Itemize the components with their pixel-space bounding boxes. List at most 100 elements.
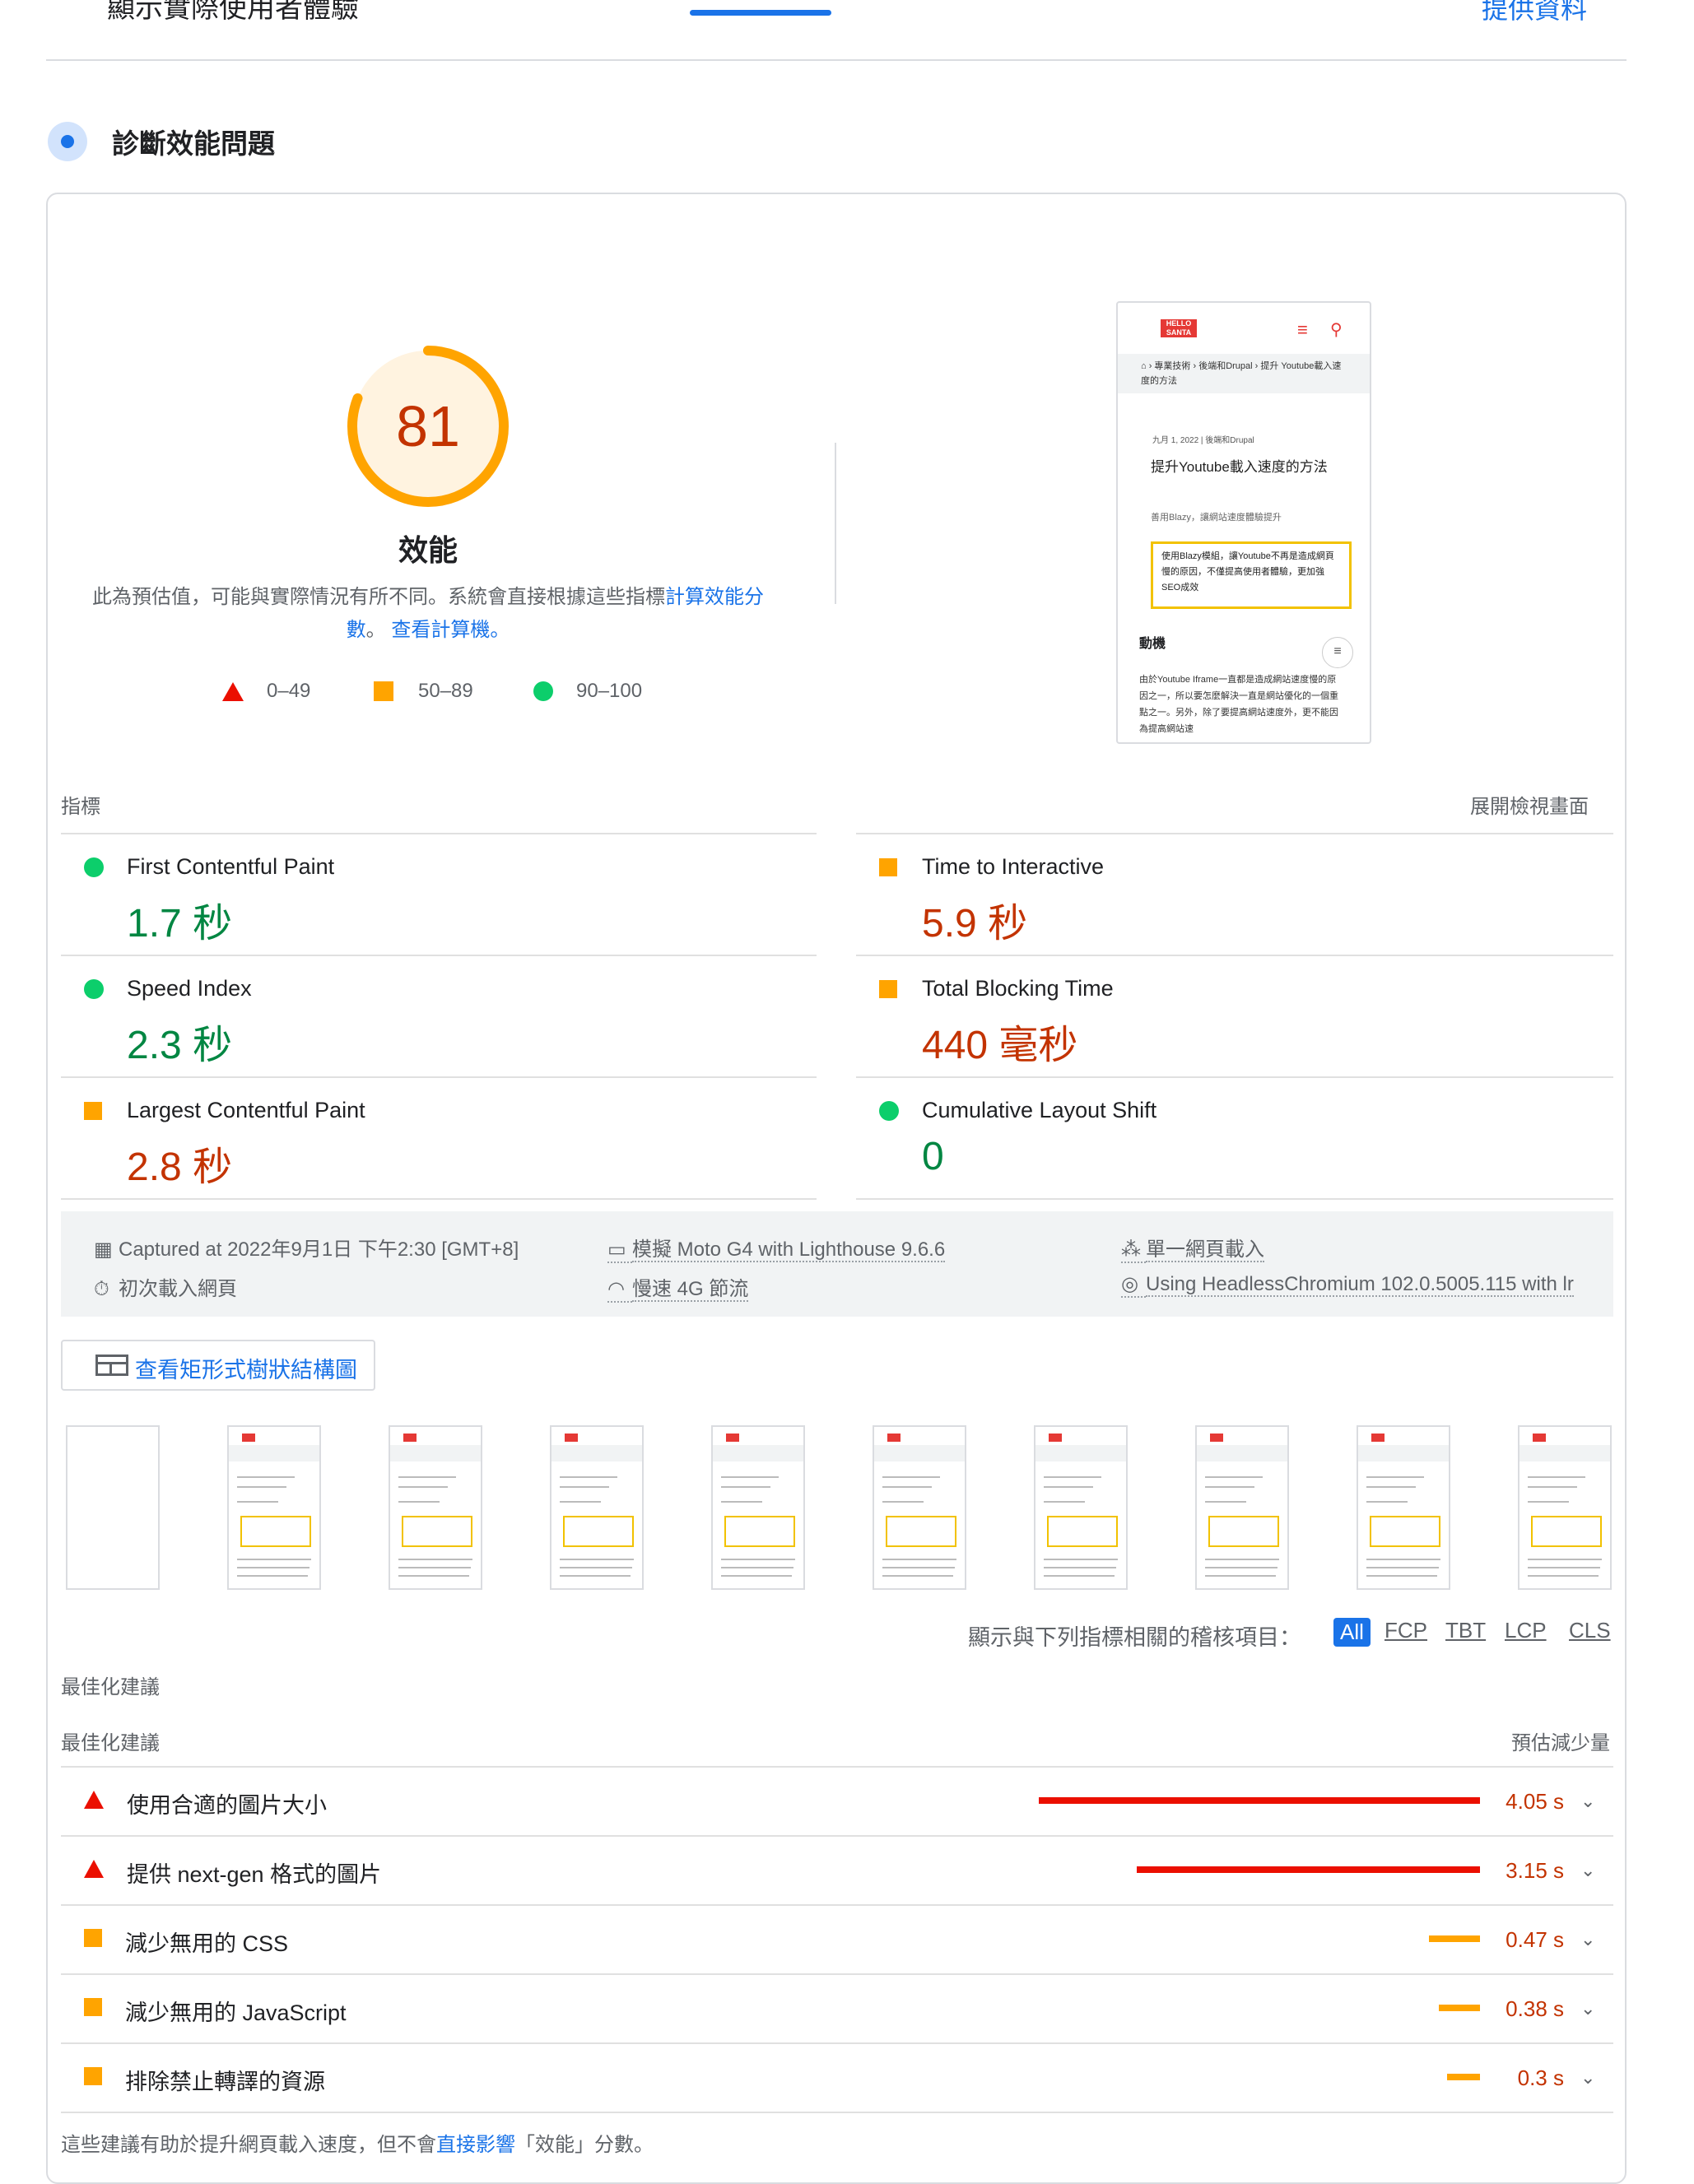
chevron-down-icon[interactable]: ⌄ (1580, 1791, 1595, 1812)
pass-circle-icon (84, 857, 104, 877)
filmstrip-frame (550, 1425, 644, 1590)
captured-at: ▦ Captured at 2022年9月1日 下午2:30 [GMT+8] (94, 1238, 519, 1261)
metric-tti-value: 5.9 秒 (922, 902, 1028, 946)
chevron-down-icon[interactable]: ⌄ (1580, 1929, 1595, 1950)
metric-divider (61, 1198, 817, 1200)
pass-circle-icon (533, 681, 553, 701)
savings-value: 0.38 s (1506, 1996, 1564, 2021)
opportunity-name[interactable]: 使用合適的圖片大小 (127, 1787, 327, 1819)
filter-label: 顯示與下列指標相關的稽核項目： (968, 1625, 1301, 1650)
filmstrip-frame (1357, 1425, 1450, 1590)
savings-value: 0.47 s (1506, 1927, 1564, 1952)
previous-section-title: 顯示實際使用者體驗 (107, 0, 359, 24)
fail-triangle-icon (84, 1860, 104, 1878)
metric-lcp-value: 2.8 秒 (127, 1145, 233, 1189)
pass-circle-icon (84, 979, 104, 999)
opportunity-name[interactable]: 排除禁止轉譯的資源 (125, 2064, 325, 2096)
expand-view-toggle[interactable]: 展開檢視畫面 (1470, 790, 1589, 819)
row-divider (61, 1973, 1613, 1975)
filter-tbt[interactable]: TBT (1445, 1618, 1486, 1643)
filmstrip-frame (1034, 1425, 1128, 1590)
device-emulation[interactable]: ▭ 模擬 Moto G4 with Lighthouse 9.6.6 (607, 1233, 1003, 1263)
metric-si-name: Speed Index (127, 976, 252, 1001)
metric-cls-name: Cumulative Layout Shift (922, 1098, 1157, 1122)
opportunities-footnote: 這些建議有助於提升網頁載入速度，但不會直接影響「效能」分數。 (61, 2134, 654, 2156)
opportunity-name[interactable]: 減少無用的 CSS (125, 1926, 288, 1958)
savings-bar (1137, 1866, 1480, 1873)
direct-impact-link[interactable]: 直接影響 (436, 2134, 515, 2156)
final-screenshot[interactable]: HELLO SANTA ≡ ⚲ ⌂ › 專業技術 › 後端和Drupal › 提… (1116, 301, 1371, 744)
browser-version[interactable]: ◎ Using HeadlessChromium 102.0.5005.115 w… (1121, 1272, 1582, 1298)
search-icon: ⚲ (1330, 321, 1343, 339)
calculator-link[interactable]: 查看計算機。 (391, 619, 510, 641)
metric-cls-value: 0 (922, 1135, 944, 1178)
score-label: 效能 (398, 533, 458, 567)
chevron-down-icon[interactable]: ⌄ (1580, 1860, 1595, 1881)
load-type: ⏱ 初次載入網頁 (94, 1278, 237, 1300)
legend-pass: 90–100 (533, 680, 642, 703)
previous-section-link[interactable]: 提供資料 (1482, 0, 1587, 26)
tab-indicator (690, 10, 831, 16)
session-type[interactable]: ⁂ 單一網頁載入 (1121, 1233, 1264, 1263)
metric-fcp-value: 1.7 秒 (127, 902, 233, 946)
opportunity-name[interactable]: 提供 next-gen 格式的圖片 (127, 1856, 381, 1889)
savings-bar (1447, 2074, 1480, 2080)
filmstrip-frame (227, 1425, 321, 1590)
row-divider (61, 1835, 1613, 1837)
metric-divider (61, 955, 817, 956)
legend-average: 50–89 (374, 680, 473, 703)
fail-triangle-icon (222, 681, 244, 701)
timer-icon: ⏱ (94, 1278, 109, 1300)
section-title: 診斷效能問題 (112, 128, 275, 159)
chevron-down-icon[interactable]: ⌄ (1580, 2067, 1595, 2089)
chrome-icon: ◎ (1121, 1272, 1146, 1298)
row-divider (61, 1766, 1613, 1768)
metric-divider (856, 1198, 1613, 1200)
filter-all[interactable]: All (1333, 1618, 1371, 1647)
average-square-icon (879, 858, 897, 876)
fail-triangle-icon (84, 1791, 104, 1809)
toc-icon: ≡ (1322, 637, 1353, 668)
metrics-label: 指標 (61, 796, 100, 818)
chevron-down-icon[interactable]: ⌄ (1580, 1998, 1595, 2019)
opportunity-name[interactable]: 減少無用的 JavaScript (125, 1995, 347, 2027)
metric-tti-name: Time to Interactive (922, 854, 1105, 879)
network-throttling[interactable]: ◠ 慢速 4G 節流 (607, 1272, 749, 1303)
savings-header: 預估減少量 (1511, 1732, 1610, 1754)
post-title: 提升Youtube載入速度的方法 (1151, 459, 1328, 475)
treemap-button[interactable]: 查看矩形式樹狀結構圖 (61, 1340, 375, 1391)
metric-divider (856, 1076, 1613, 1078)
average-square-icon (84, 2067, 102, 2085)
metric-fcp-name: First Contentful Paint (127, 854, 335, 879)
savings-value: 4.05 s (1506, 1789, 1564, 1814)
savings-bar (1438, 2005, 1480, 2011)
metric-lcp-name: Largest Contentful Paint (127, 1098, 365, 1122)
legend-fail: 0–49 (222, 680, 310, 703)
post-date: 九月 1, 2022 | 後端和Drupal (1152, 436, 1254, 445)
savings-bar (1428, 1935, 1480, 1942)
average-square-icon (84, 1998, 102, 2016)
breadcrumb: ⌂ › 專業技術 › 後端和Drupal › 提升 Youtube載入速度的方法 (1118, 354, 1370, 393)
metric-si-value: 2.3 秒 (127, 1024, 233, 1067)
post-section-heading: 動機 (1139, 637, 1166, 651)
savings-value: 3.15 s (1506, 1858, 1564, 1883)
filter-cls[interactable]: CLS (1569, 1618, 1611, 1643)
filmstrip-frame (1195, 1425, 1289, 1590)
opportunities-section-label: 最佳化建議 (61, 1676, 160, 1698)
savings-value: 0.3 s (1517, 2066, 1564, 2090)
filter-fcp[interactable]: FCP (1385, 1618, 1427, 1643)
average-square-icon (374, 681, 393, 701)
treemap-icon (95, 1355, 128, 1376)
metric-divider (856, 955, 1613, 956)
metric-tbt-name: Total Blocking Time (922, 976, 1114, 1001)
row-divider (61, 2042, 1613, 2044)
devices-icon: ▭ (607, 1238, 632, 1263)
vertical-divider (835, 443, 836, 604)
post-callout: 使用Blazy模組，讓Youtube不再是造成網頁慢的原因，不僅提高使用者體驗，… (1151, 541, 1352, 609)
average-square-icon (879, 980, 897, 998)
section-divider (46, 59, 1627, 61)
filter-lcp[interactable]: LCP (1505, 1618, 1547, 1643)
people-icon: ⁂ (1121, 1238, 1146, 1263)
metric-tbt-value: 440 毫秒 (922, 1024, 1078, 1067)
wifi-icon: ◠ (607, 1277, 632, 1303)
